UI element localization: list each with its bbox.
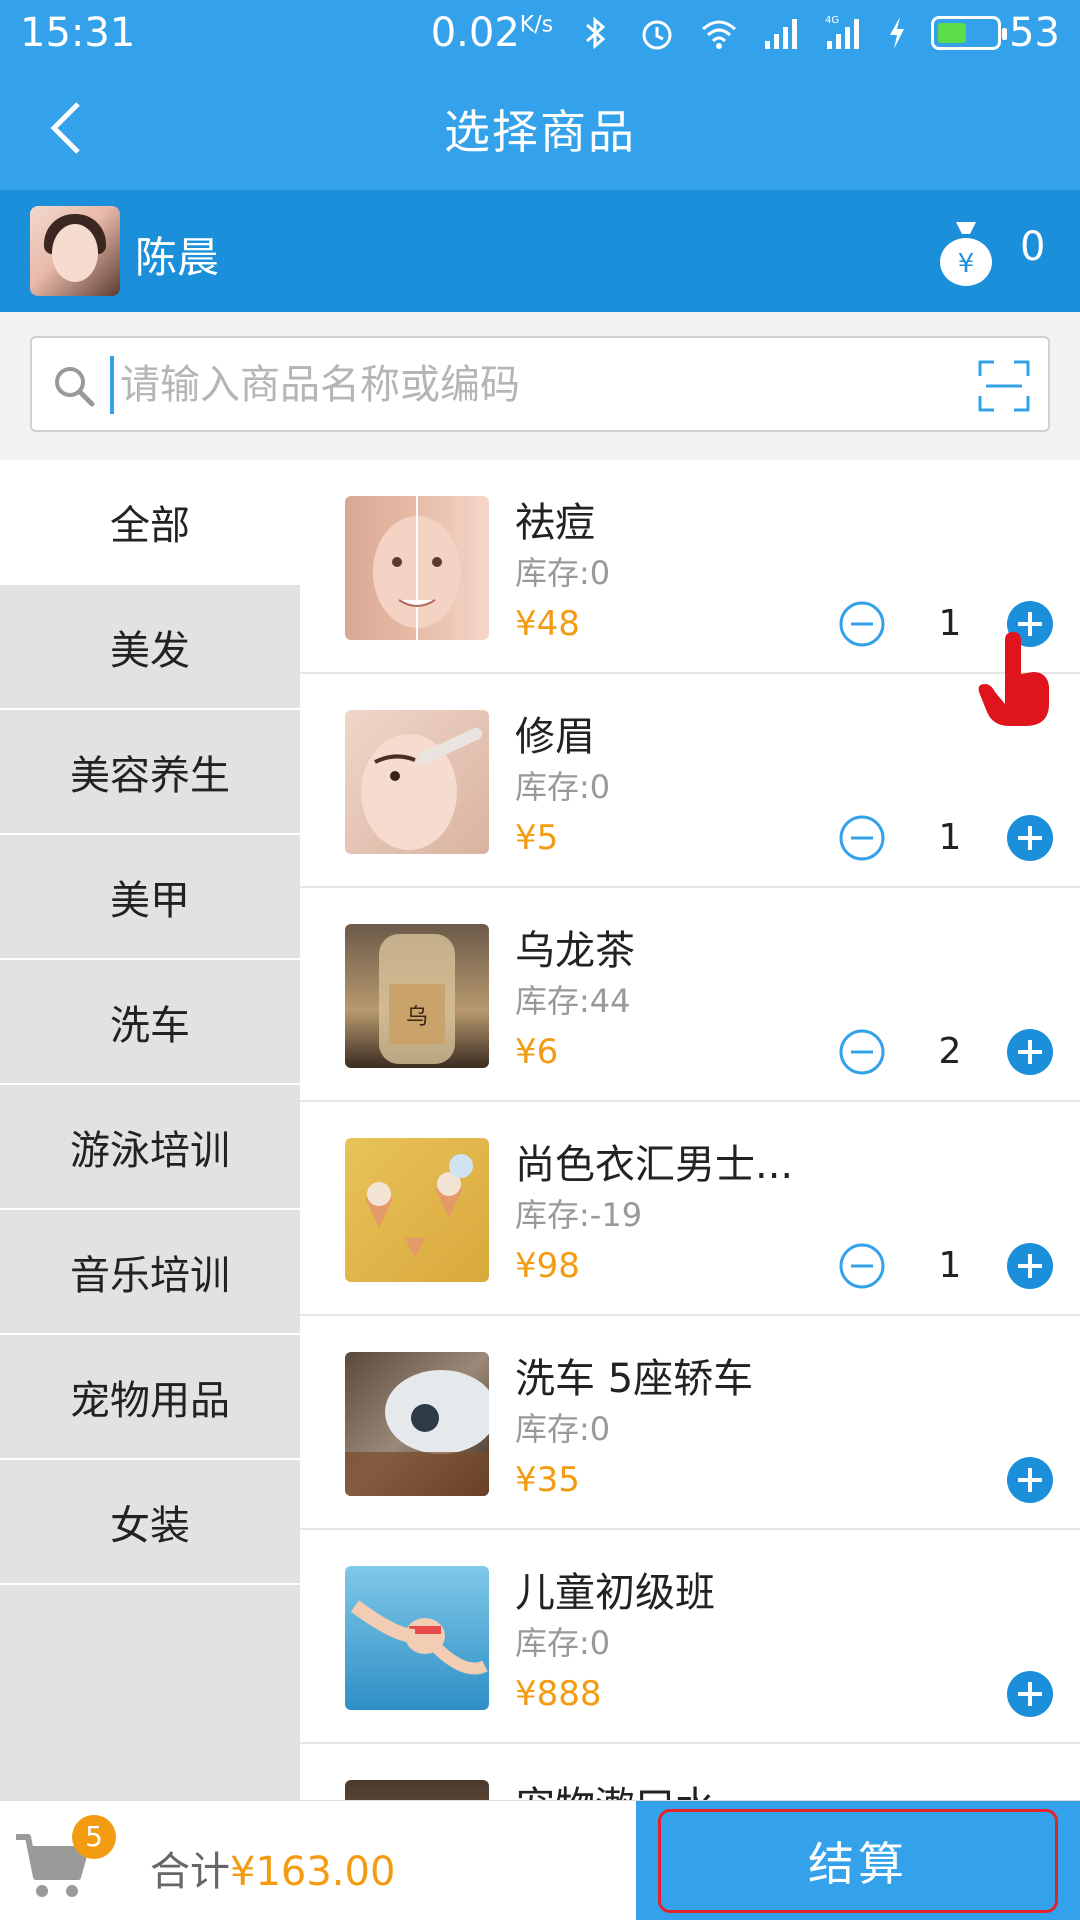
product-name: 乌龙茶 <box>515 928 635 974</box>
app-bar: 选择商品 <box>0 66 1080 190</box>
battery-fill <box>938 23 966 43</box>
status-time: 15:31 <box>20 10 136 56</box>
product-image <box>345 1352 489 1496</box>
avatar-face <box>52 224 98 282</box>
product-image <box>345 1780 489 1800</box>
product-row[interactable]: 儿童初级班 库存:0 ¥888 <box>300 1530 1080 1744</box>
quantity-value: 1 <box>938 817 962 858</box>
cart-total: 合计¥163.00 <box>150 1839 395 1897</box>
checkout-button[interactable]: 结算 <box>658 1809 1058 1913</box>
product-name: 祛痘 <box>515 500 595 546</box>
search-box[interactable] <box>30 336 1050 432</box>
product-row[interactable]: 洗车 5座轿车 库存:0 ¥35 <box>300 1316 1080 1530</box>
quantity-value: 1 <box>938 603 962 644</box>
network-speed-value: 0.02 <box>430 10 520 56</box>
product-image <box>345 496 489 640</box>
bluetooth-icon <box>575 13 615 53</box>
minus-circle-icon[interactable] <box>838 814 886 862</box>
money-bag-icon: ¥ <box>936 216 996 288</box>
product-name: 儿童初级班 <box>515 1570 715 1616</box>
battery-icon <box>931 16 1008 50</box>
product-stock: 库存:0 <box>515 768 611 806</box>
product-image <box>345 1138 489 1282</box>
product-price: ¥35 <box>515 1460 580 1500</box>
minus-circle-icon[interactable] <box>838 1242 886 1290</box>
category-item-music[interactable]: 音乐培训 <box>0 1210 300 1335</box>
plus-circle-icon[interactable] <box>1006 814 1054 862</box>
battery-percent: 53 <box>1009 10 1060 56</box>
product-list: 祛痘 库存:0 ¥48 1 修眉 库存:0 ¥5 1 乌 乌龙茶 库存:44 ¥… <box>300 460 1080 1800</box>
total-value: ¥163.00 <box>230 1849 396 1895</box>
cart-count-badge: 5 <box>72 1815 116 1859</box>
charging-icon <box>885 13 909 53</box>
svg-text:4G: 4G <box>825 15 839 26</box>
product-name: 洗车 5座轿车 <box>515 1356 754 1402</box>
category-item-nails[interactable]: 美甲 <box>0 835 300 960</box>
plus-circle-icon[interactable] <box>1006 1028 1054 1076</box>
product-name: 宠物漱口水 <box>515 1774 715 1800</box>
page-title: 选择商品 <box>444 105 636 159</box>
product-image: 乌 <box>345 924 489 1068</box>
product-price: ¥888 <box>515 1674 602 1714</box>
product-row[interactable]: 祛痘 库存:0 ¥48 1 <box>300 460 1080 674</box>
product-stock: 库存:-19 <box>515 1196 643 1234</box>
product-name: 尚色衣汇男士... <box>515 1142 794 1188</box>
battery-indicator: 53 <box>931 10 1060 56</box>
avatar[interactable] <box>30 206 120 296</box>
alarm-icon <box>637 13 677 53</box>
status-indicators: 0.02K/s 4G 53 <box>431 10 1060 56</box>
category-item-hair[interactable]: 美发 <box>0 585 300 710</box>
product-stock: 库存:0 <box>515 1410 611 1448</box>
search-input[interactable] <box>110 356 970 414</box>
balance-value: 0 <box>1020 224 1046 270</box>
quantity-value: 2 <box>938 1031 962 1072</box>
product-price: ¥6 <box>515 1032 559 1072</box>
product-row[interactable]: 宠物漱口水 <box>300 1744 1080 1800</box>
category-item-carwash[interactable]: 洗车 <box>0 960 300 1085</box>
scan-icon[interactable] <box>978 360 1030 412</box>
product-price: ¥48 <box>515 604 580 644</box>
minus-circle-icon[interactable] <box>838 600 886 648</box>
product-stock: 库存:0 <box>515 1624 611 1662</box>
category-item-beauty[interactable]: 美容养生 <box>0 710 300 835</box>
category-item-women[interactable]: 女装 <box>0 1460 300 1585</box>
search-icon <box>55 367 95 407</box>
product-stock: 库存:44 <box>515 982 631 1020</box>
svg-text:乌: 乌 <box>406 1005 428 1030</box>
product-price: ¥98 <box>515 1246 580 1286</box>
plus-circle-icon[interactable] <box>1006 1670 1054 1718</box>
minus-circle-icon[interactable] <box>838 1028 886 1076</box>
product-price: ¥5 <box>515 818 559 858</box>
member-bar: 陈晨 ¥ 0 <box>0 190 1080 312</box>
cart-bar: 5 合计¥163.00 结算 <box>0 1800 1080 1920</box>
network-speed: 0.02K/s <box>431 10 553 56</box>
signal-icon <box>761 13 801 53</box>
product-row[interactable]: 修眉 库存:0 ¥5 1 <box>300 674 1080 888</box>
category-item-all[interactable]: 全部 <box>0 460 300 585</box>
category-item-pet[interactable]: 宠物用品 <box>0 1335 300 1460</box>
checkout-area: 结算 <box>636 1801 1080 1920</box>
product-image <box>345 710 489 854</box>
quantity-value: 1 <box>938 1245 962 1286</box>
network-speed-unit: K/s <box>519 12 554 38</box>
product-image <box>345 1566 489 1710</box>
search-area <box>0 312 1080 460</box>
wifi-icon <box>699 13 739 53</box>
product-row[interactable]: 尚色衣汇男士... 库存:-19 ¥98 1 <box>300 1102 1080 1316</box>
pointing-hand-icon <box>978 632 1049 726</box>
plus-circle-icon[interactable] <box>1006 1456 1054 1504</box>
member-name: 陈晨 <box>135 233 220 282</box>
status-bar: 15:31 0.02K/s 4G 53 <box>0 0 1080 66</box>
product-row[interactable]: 乌 乌龙茶 库存:44 ¥6 2 <box>300 888 1080 1102</box>
category-sidebar: 全部 美发 美容养生 美甲 洗车 游泳培训 音乐培训 宠物用品 女装 <box>0 460 300 1800</box>
total-label: 合计 <box>150 1849 230 1895</box>
category-item-swim[interactable]: 游泳培训 <box>0 1085 300 1210</box>
signal-4g-icon: 4G <box>823 13 863 53</box>
svg-text:¥: ¥ <box>958 249 975 279</box>
product-stock: 库存:0 <box>515 554 611 592</box>
plus-circle-icon[interactable] <box>1006 1242 1054 1290</box>
product-name: 修眉 <box>515 714 595 760</box>
